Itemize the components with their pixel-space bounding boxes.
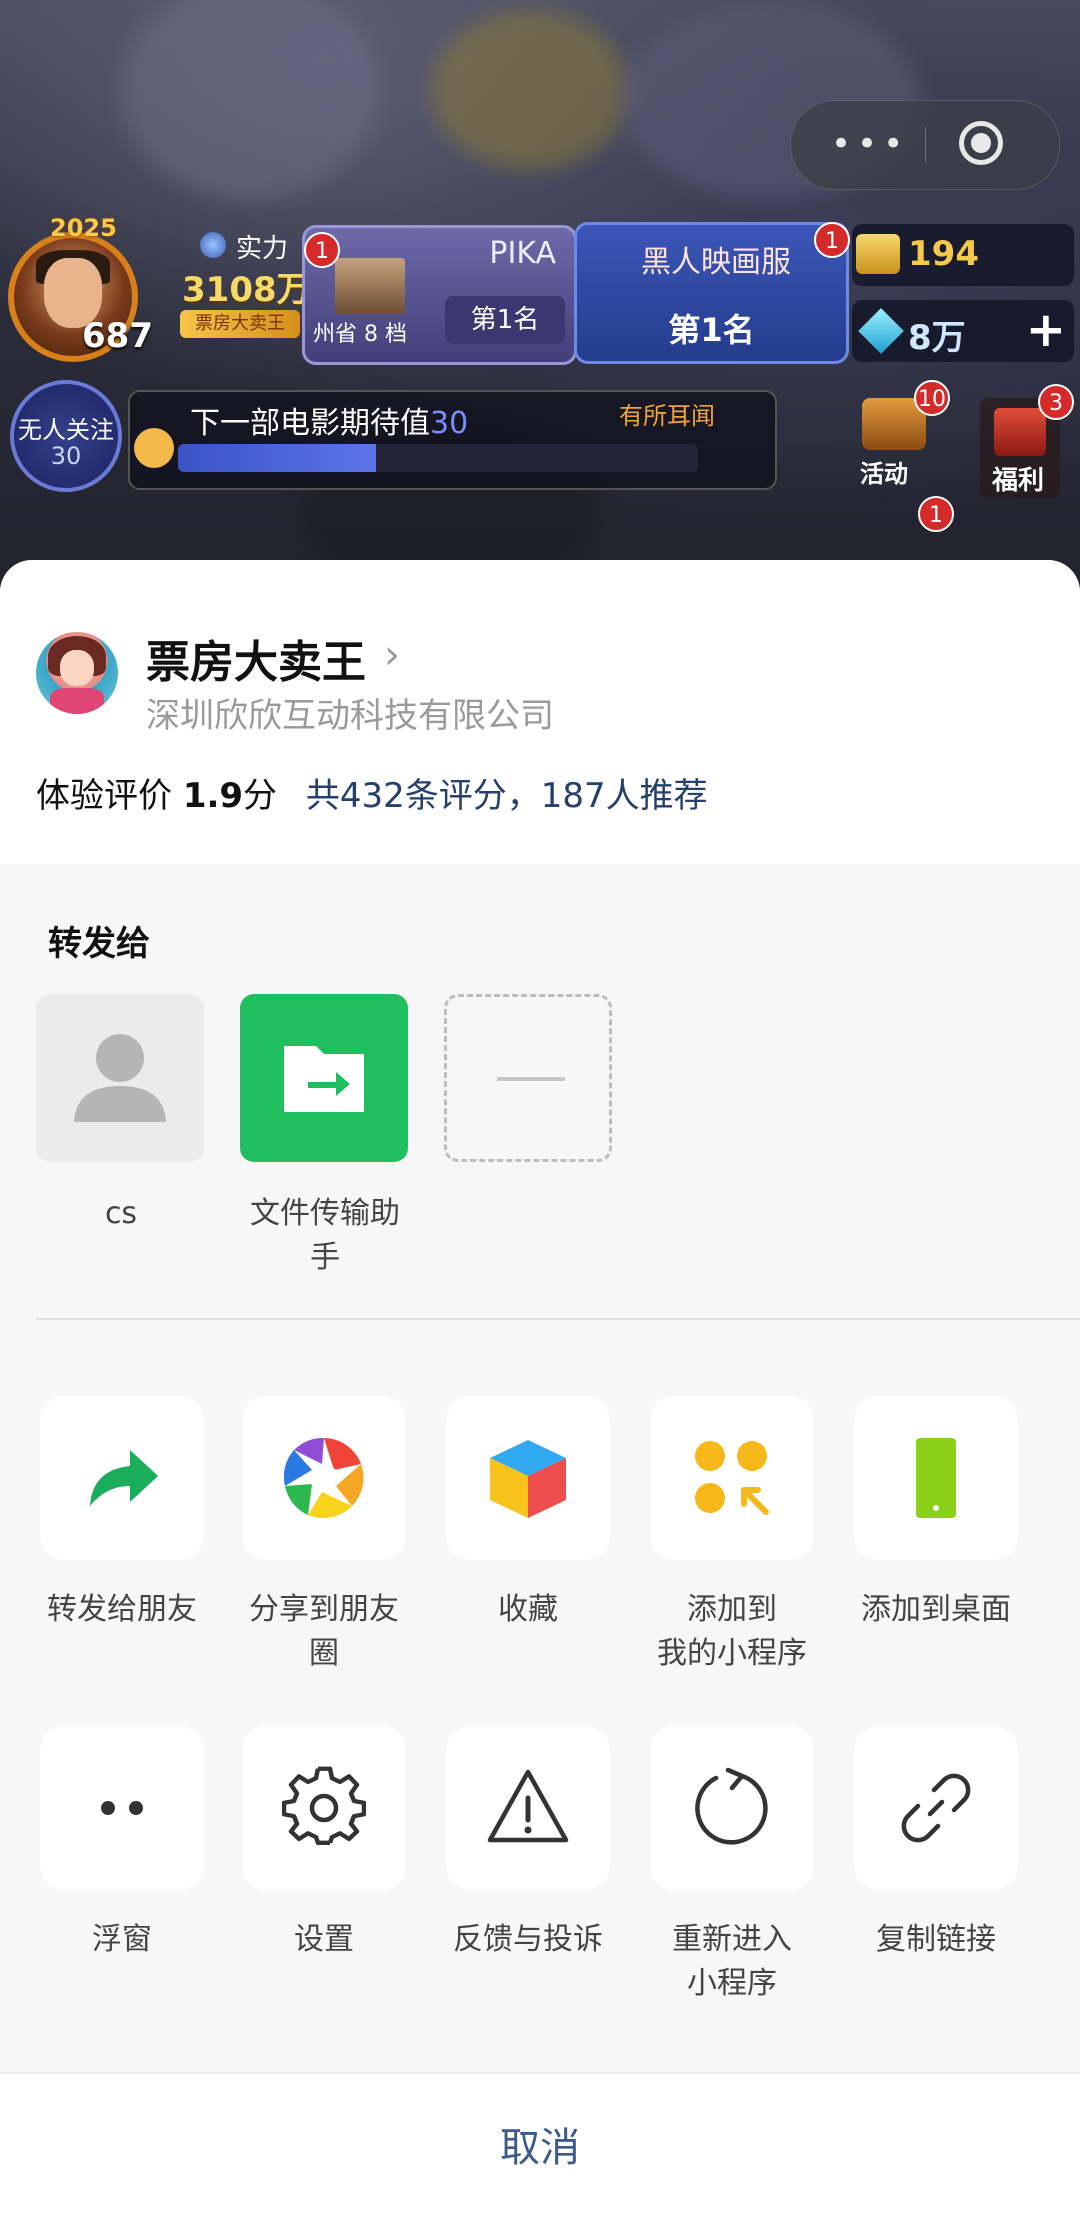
expectation-progress (178, 444, 698, 472)
rank-card-black[interactable]: 黑人映画服 第1名 (574, 222, 849, 364)
cancel-bar: 取消 (0, 2072, 1080, 2240)
player-level: 687 (82, 316, 153, 356)
section-divider (36, 1318, 1080, 1320)
notify-badge: 1 (814, 222, 850, 258)
heart-eyes-icon (134, 428, 174, 468)
follow-label: 无人关注 (18, 416, 114, 444)
rank-card-rank: 第1名 (445, 296, 565, 344)
action-label: 转发给朋友 (47, 1592, 197, 1627)
year-badge: 2025 (50, 214, 117, 242)
share-action-sheet: 票房大卖王 › 深圳欣欣互动科技有限公司 体验评价 1.9分 共432条评分，1… (0, 560, 1080, 2240)
cancel-button[interactable]: 取消 (0, 2074, 1080, 2240)
action-label: 设置 (294, 1922, 354, 1957)
add-to-desktop-icon (916, 1438, 956, 1518)
floating-window-icon (101, 1801, 143, 1815)
activity-label: 活动 (860, 460, 908, 488)
gear-icon (282, 1766, 366, 1845)
more-contacts-button[interactable] (444, 994, 614, 1162)
action-label: 反馈与投诉 (453, 1922, 603, 1957)
miniprogram-capsule: ••• (790, 100, 1060, 190)
action-label: 添加到 我的小程序 (657, 1592, 807, 1671)
rank-card-location: 州省 8 档 (313, 322, 407, 347)
rank-card-name: 黑人映画服 (641, 245, 791, 280)
moments-aperture-icon (283, 1437, 364, 1519)
add-gems-button[interactable]: + (1026, 302, 1066, 358)
floating-window-button[interactable]: 浮窗 (38, 1726, 206, 1962)
gem-icon (858, 308, 904, 354)
rank-card-name: PIKA (489, 236, 556, 271)
contact-label: cs (104, 1196, 138, 1231)
expectation-bar: 下一部电影期待值30 有所耳闻 (128, 390, 777, 490)
contact-label: 文件传输助手 (250, 1196, 400, 1275)
app-company: 深圳欣欣互动科技有限公司 (146, 696, 554, 736)
rating-unit: 分 (243, 776, 278, 816)
game-background: ••• 2025 687 实力 3108万 票房大卖王 PIKA 州省 8 档 … (0, 0, 1080, 600)
share-to-title: 转发给 (48, 924, 150, 964)
expectation-label: 下一部电影期待值30 (190, 406, 469, 441)
building-icon (335, 258, 405, 314)
more-dots-icon[interactable]: ••• (831, 127, 909, 161)
gem-value: 8万 (908, 318, 966, 358)
expectation-hint: 有所耳闻 (619, 402, 715, 430)
coin-value: 194 (908, 234, 979, 274)
file-transfer-icon (284, 1046, 364, 1112)
feedback-complaint-button[interactable]: 反馈与投诉 (444, 1726, 612, 1962)
coin-icon (856, 234, 900, 274)
forward-arrow-icon (90, 1450, 158, 1506)
add-to-my-miniprogram-icon (695, 1441, 769, 1515)
warning-icon (487, 1769, 569, 1843)
app-avatar[interactable] (36, 632, 118, 714)
power-label: 实力 (199, 228, 288, 265)
notify-badge: 1 (918, 496, 954, 532)
contact-file-transfer[interactable]: 文件传输助手 (240, 994, 410, 1280)
app-info-header: 票房大卖王 › 深圳欣欣互动科技有限公司 体验评价 1.9分 共432条评分，1… (0, 560, 1080, 864)
settings-button[interactable]: 设置 (240, 1726, 408, 1962)
rating-summary: 体验评价 1.9分 共432条评分，187人推荐 (36, 768, 708, 817)
rating-details-link[interactable]: 共432条评分，187人推荐 (306, 776, 708, 816)
rank-card-rank: 第1名 (668, 311, 755, 349)
welfare-count-badge: 3 (1038, 384, 1074, 420)
favorite-button[interactable]: 收藏 (444, 1396, 612, 1632)
follow-badge[interactable]: 无人关注 30 (10, 380, 122, 492)
action-label: 分享到朋友圈 (249, 1592, 399, 1671)
notify-badge: 1 (304, 232, 340, 268)
capsule-divider (925, 127, 926, 163)
rank-card-pika[interactable]: PIKA 州省 8 档 第1名 (302, 225, 577, 365)
rating-score: 1.9 (182, 776, 244, 816)
gift-icon (994, 408, 1046, 456)
person-icon (74, 1034, 166, 1122)
activity-count-badge: 10 (914, 380, 950, 416)
share-to-moments-button[interactable]: 分享到朋友圈 (240, 1396, 408, 1676)
gem-counter: 8万 + (852, 300, 1074, 362)
welfare-label: 福利 (992, 466, 1045, 496)
app-name[interactable]: 票房大卖王 (146, 626, 366, 690)
title-tag: 票房大卖王 (180, 310, 300, 338)
favorites-cube-icon (490, 1440, 566, 1518)
link-icon (901, 1773, 971, 1843)
reenter-miniprogram-button[interactable]: 重新进入 小程序 (648, 1726, 816, 2006)
action-label: 添加到桌面 (861, 1592, 1011, 1627)
add-to-desktop-button[interactable]: 添加到桌面 (852, 1396, 1020, 1632)
follow-count: 30 (50, 442, 82, 470)
chevron-right-icon[interactable]: › (384, 632, 400, 678)
forward-to-friend-button[interactable]: 转发给朋友 (38, 1396, 206, 1632)
reload-icon (695, 1767, 768, 1845)
power-value: 3108万 (182, 270, 311, 310)
rating-prefix: 体验评价 (36, 776, 172, 816)
action-label: 复制链接 (876, 1922, 996, 1957)
action-label: 浮窗 (92, 1922, 152, 1957)
action-label: 收藏 (498, 1592, 558, 1627)
contact-cs[interactable]: cs (36, 994, 206, 1236)
more-contacts-icon (497, 1077, 565, 1081)
action-label: 重新进入 小程序 (672, 1922, 792, 2001)
coin-counter: 194 (852, 224, 1074, 286)
copy-link-button[interactable]: 复制链接 (852, 1726, 1020, 1962)
add-to-my-miniprogram-button[interactable]: 添加到 我的小程序 (648, 1396, 816, 1676)
